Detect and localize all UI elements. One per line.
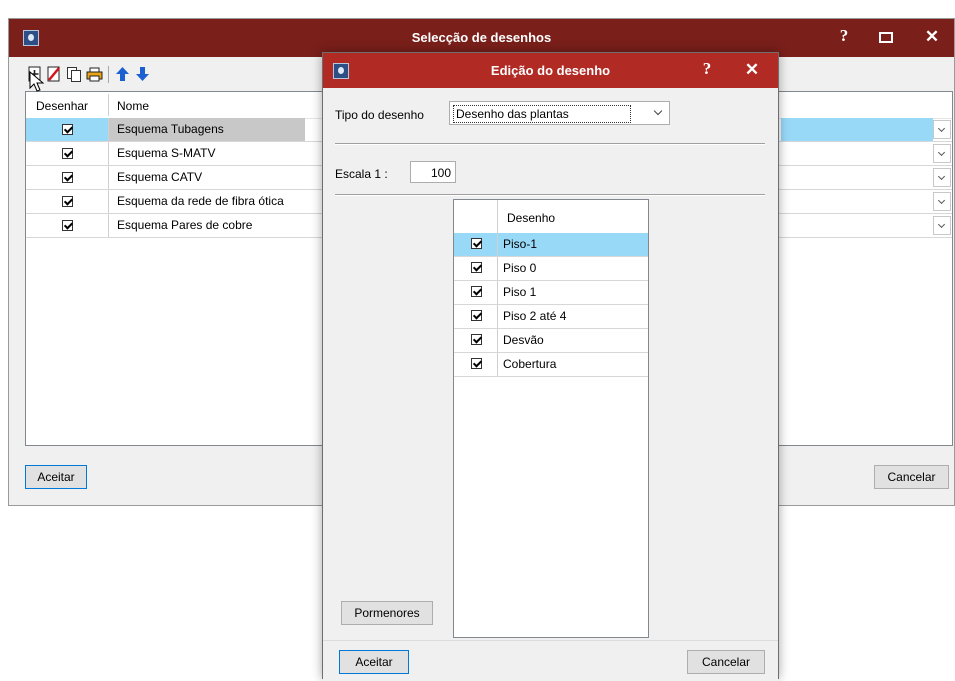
draw-checkbox[interactable] [62, 172, 73, 183]
row-dropdown-button[interactable] [933, 144, 951, 163]
floor-name: Piso 0 [503, 261, 537, 275]
divider [335, 194, 765, 196]
row-highlight-right [781, 118, 933, 141]
toolbar [9, 57, 329, 89]
divider [335, 143, 765, 145]
row-dropdown-button[interactable] [933, 192, 951, 211]
scale-input[interactable]: 100 [410, 161, 456, 183]
floors-column-header[interactable]: Desenho [507, 211, 555, 225]
drawing-type-select[interactable]: Desenho das plantas [449, 101, 670, 125]
drawing-type-label: Tipo do desenho [335, 108, 424, 122]
drawing-name: Esquema S-MATV [117, 146, 216, 160]
draw-checkbox[interactable] [62, 148, 73, 159]
floors-list-header: Desenho [454, 200, 648, 234]
details-button[interactable]: Pormenores [341, 601, 433, 625]
drawing-name: Esquema CATV [117, 170, 203, 184]
floor-name: Piso 1 [503, 285, 537, 299]
help-button[interactable]: ? [834, 26, 854, 46]
floor-checkbox[interactable] [471, 286, 482, 297]
list-item[interactable]: Piso-1 [454, 233, 648, 257]
dialog-cancel-button[interactable]: Cancelar [687, 650, 765, 674]
dialog-close-button[interactable]: ✕ [741, 60, 763, 80]
dialog-accept-button[interactable]: Aceitar [339, 650, 409, 674]
dialog-title-bar: Edição do desenho ? ✕ [323, 53, 778, 88]
accept-button[interactable]: Aceitar [25, 465, 87, 489]
floor-name: Piso-1 [503, 237, 538, 251]
list-item[interactable]: Piso 1 [454, 281, 648, 305]
draw-checkbox[interactable] [62, 220, 73, 231]
drawing-type-value: Desenho das plantas [453, 105, 631, 123]
toolbar-separator [108, 66, 109, 83]
chevron-down-icon [653, 106, 663, 116]
close-button[interactable]: ✕ [921, 27, 943, 47]
column-header-name[interactable]: Nome [117, 99, 149, 113]
delete-drawing-icon[interactable] [46, 66, 62, 82]
floor-checkbox[interactable] [471, 310, 482, 321]
print-icon[interactable] [86, 67, 103, 82]
list-item[interactable]: Desvão [454, 329, 648, 353]
dialog-help-button[interactable]: ? [697, 59, 717, 79]
main-window-title: Selecção de desenhos [411, 30, 552, 45]
floor-name: Desvão [503, 333, 544, 347]
move-down-icon[interactable] [135, 66, 150, 82]
floor-checkbox[interactable] [471, 358, 482, 369]
row-dropdown-button[interactable] [933, 168, 951, 187]
move-up-icon[interactable] [115, 66, 130, 82]
floor-name: Cobertura [503, 357, 557, 371]
scale-label: Escala 1 : [335, 167, 388, 181]
row-dropdown-button[interactable] [933, 120, 951, 139]
copy-drawing-icon[interactable] [66, 66, 82, 82]
list-item[interactable]: Piso 0 [454, 257, 648, 281]
floors-list: Desenho Piso-1 Piso 0 Piso 1 Piso 2 até 4 De… [453, 199, 649, 638]
drawing-name: Esquema da rede de fibra ótica [117, 194, 284, 208]
list-item[interactable]: Cobertura [454, 353, 648, 377]
drawing-name: Esquema Tubagens [117, 122, 224, 136]
edit-drawing-dialog: Edição do desenho ? ✕ Tipo do desenho De… [322, 52, 779, 681]
floor-checkbox[interactable] [471, 238, 482, 249]
draw-checkbox[interactable] [62, 196, 73, 207]
floor-row-highlight [454, 233, 648, 256]
draw-checkbox[interactable] [62, 124, 73, 135]
floor-checkbox[interactable] [471, 262, 482, 273]
maximize-button[interactable] [879, 32, 893, 43]
list-item[interactable]: Piso 2 até 4 [454, 305, 648, 329]
cancel-button[interactable]: Cancelar [874, 465, 949, 489]
drawing-name: Esquema Pares de cobre [117, 218, 253, 232]
mouse-cursor-icon [29, 71, 45, 92]
floor-name: Piso 2 até 4 [503, 309, 567, 323]
floor-checkbox[interactable] [471, 334, 482, 345]
column-header-draw[interactable]: Desenhar [36, 99, 88, 113]
row-dropdown-button[interactable] [933, 216, 951, 235]
